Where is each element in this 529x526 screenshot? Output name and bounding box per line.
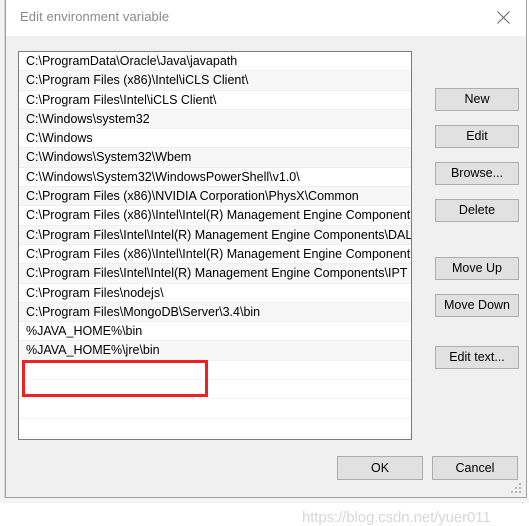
path-list-item[interactable]: C:\Program Files (x86)\Intel\Intel(R) Ma…	[19, 206, 411, 226]
close-icon	[496, 11, 510, 24]
path-list-item[interactable]: %JAVA_HOME%\bin	[19, 322, 411, 342]
resize-grip-dot	[511, 491, 513, 493]
resize-grip-dot	[519, 483, 521, 485]
resize-grip[interactable]	[511, 483, 522, 494]
title-bar: Edit environment variable	[6, 0, 526, 37]
move-up-button[interactable]: Move Up	[435, 257, 519, 280]
path-list-item[interactable]: C:\Program Files (x86)\NVIDIA Corporatio…	[19, 187, 411, 207]
path-list-item[interactable]: %JAVA_HOME%\jre\bin	[19, 341, 411, 361]
resize-grip-dot	[515, 491, 517, 493]
window-bottom-edge	[0, 498, 529, 503]
path-list-item[interactable]: C:\Program Files\Intel\Intel(R) Manageme…	[19, 225, 411, 245]
new-button[interactable]: New	[435, 88, 519, 111]
path-list-empty-row[interactable]	[19, 380, 411, 400]
dialog-body: C:\ProgramData\Oracle\Java\javapath C:\Pr…	[6, 36, 526, 526]
path-list-item[interactable]: C:\Program Files\Intel\iCLS Client\	[19, 90, 411, 110]
delete-button[interactable]: Delete	[435, 199, 519, 222]
path-list[interactable]: C:\ProgramData\Oracle\Java\javapath C:\Pr…	[18, 51, 412, 440]
path-list-empty-row[interactable]	[19, 360, 411, 381]
edit-environment-variable-dialog: Edit environment variable C:\ProgramData…	[5, 0, 527, 526]
path-list-item[interactable]: C:\Program Files (x86)\Intel\iCLS Client…	[19, 71, 411, 91]
watermark-text: https://blog.csdn.net/yuer011	[302, 509, 491, 526]
path-list-item[interactable]: C:\Windows\system32	[19, 109, 411, 130]
path-list-empty-row[interactable]	[19, 399, 411, 419]
path-list-item[interactable]: C:\Windows\System32\Wbem	[19, 148, 411, 168]
resize-grip-dot	[519, 491, 521, 493]
ok-button[interactable]: OK	[337, 456, 423, 480]
path-list-item[interactable]: C:\Program Files\Intel\Intel(R) Manageme…	[19, 264, 411, 284]
close-button[interactable]	[480, 0, 526, 35]
edit-text-button[interactable]: Edit text...	[435, 346, 519, 369]
resize-grip-dot	[519, 487, 521, 489]
path-list-item[interactable]: C:\Windows\System32\WindowsPowerShell\v1…	[19, 167, 411, 188]
resize-grip-dot	[515, 487, 517, 489]
path-list-item[interactable]: C:\Program Files\nodejs\	[19, 283, 411, 303]
path-list-item[interactable]: C:\Program Files (x86)\Intel\Intel(R) Ma…	[19, 244, 411, 265]
path-list-item[interactable]: C:\ProgramData\Oracle\Java\javapath	[19, 52, 411, 72]
browse-button[interactable]: Browse...	[435, 162, 519, 185]
edit-button[interactable]: Edit	[435, 125, 519, 148]
path-list-item[interactable]: C:\Program Files\MongoDB\Server\3.4\bin	[19, 302, 411, 323]
path-list-empty-row[interactable]	[19, 418, 411, 438]
path-list-item[interactable]: C:\Windows	[19, 129, 411, 149]
move-down-button[interactable]: Move Down	[435, 294, 519, 317]
cancel-button[interactable]: Cancel	[432, 456, 518, 480]
dialog-title: Edit environment variable	[20, 9, 170, 24]
